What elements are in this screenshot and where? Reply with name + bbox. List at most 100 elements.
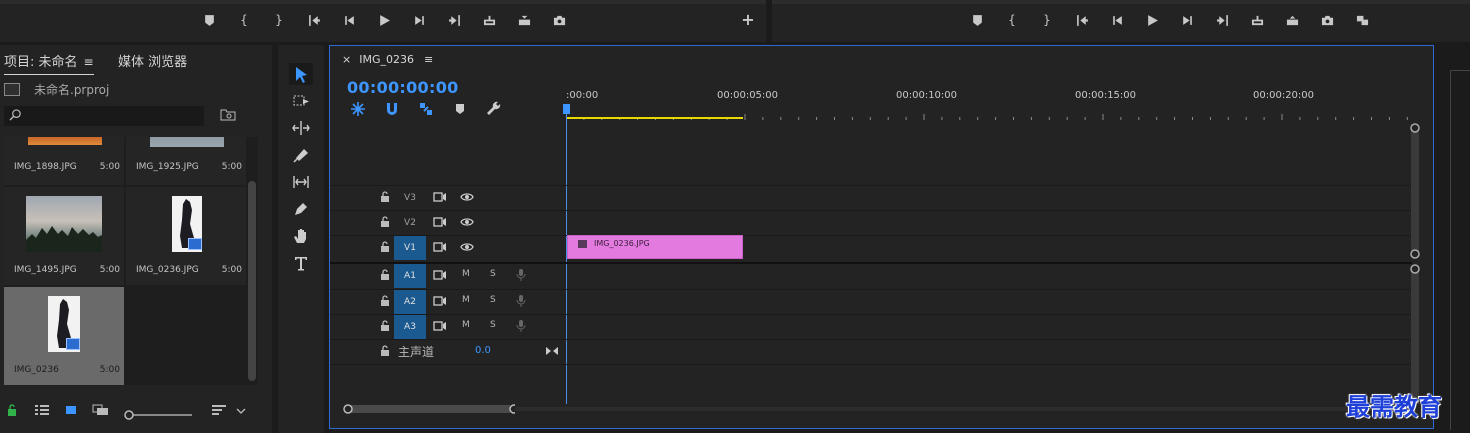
microphone-icon[interactable] bbox=[514, 320, 528, 332]
step-forward-icon[interactable] bbox=[409, 11, 429, 29]
go-to-in-icon[interactable] bbox=[304, 11, 324, 29]
track-target-a1[interactable]: A1 bbox=[394, 264, 426, 288]
pen-tool[interactable] bbox=[289, 198, 313, 220]
overwrite-icon[interactable] bbox=[514, 11, 534, 29]
playhead-timecode[interactable]: 00:00:00:00 bbox=[347, 78, 459, 97]
lock-icon[interactable] bbox=[7, 404, 17, 416]
tab-media-browser[interactable]: 媒体 浏览器 bbox=[118, 51, 187, 70]
eye-icon[interactable] bbox=[460, 241, 474, 253]
lock-icon[interactable] bbox=[380, 295, 390, 307]
project-item[interactable]: IMG_1925.JPG 5:00 bbox=[126, 137, 246, 185]
project-item-selected[interactable]: IMG_0236 5:00 bbox=[4, 287, 124, 385]
track-target-v1[interactable]: V1 bbox=[394, 236, 426, 260]
compare-view-icon[interactable] bbox=[1352, 11, 1372, 29]
timeline-clip[interactable]: IMG_0236.JPG bbox=[567, 235, 743, 259]
linked-selection-icon[interactable] bbox=[418, 101, 434, 117]
sort-icon[interactable] bbox=[211, 404, 227, 416]
sync-lock-icon[interactable] bbox=[433, 320, 447, 332]
step-forward-icon[interactable] bbox=[1177, 11, 1197, 29]
grid-scrollbar[interactable] bbox=[248, 181, 256, 381]
work-area-bar[interactable] bbox=[567, 117, 743, 119]
play-icon[interactable] bbox=[374, 11, 394, 29]
lock-icon[interactable] bbox=[380, 269, 390, 281]
go-to-in-icon[interactable] bbox=[1072, 11, 1092, 29]
video-track-scrollbar[interactable] bbox=[1409, 123, 1421, 259]
project-item[interactable]: IMG_1495.JPG 5:00 bbox=[4, 187, 124, 285]
add-marker-icon[interactable] bbox=[199, 11, 219, 29]
lock-icon[interactable] bbox=[380, 320, 390, 332]
mark-out-icon[interactable]: } bbox=[1037, 11, 1057, 29]
lift-icon[interactable] bbox=[1247, 11, 1267, 29]
add-marker-icon[interactable] bbox=[967, 11, 987, 29]
solo-button[interactable]: S bbox=[490, 295, 496, 305]
mute-button[interactable]: M bbox=[462, 295, 470, 305]
project-item[interactable]: IMG_1898.JPG 5:00 bbox=[4, 137, 124, 185]
panel-menu-icon[interactable]: ≡ bbox=[84, 55, 94, 69]
razor-tool[interactable] bbox=[289, 144, 313, 166]
extract-icon[interactable] bbox=[1282, 11, 1302, 29]
lock-icon[interactable] bbox=[380, 241, 390, 253]
panel-menu-icon[interactable]: ≡ bbox=[424, 53, 433, 66]
timeline-zoom-scrollbar[interactable] bbox=[340, 404, 515, 414]
sync-lock-icon[interactable] bbox=[433, 241, 447, 253]
microphone-icon[interactable] bbox=[514, 269, 528, 281]
eye-icon[interactable] bbox=[460, 191, 474, 203]
freeform-view-icon[interactable] bbox=[92, 404, 110, 416]
sync-lock-icon[interactable] bbox=[433, 269, 447, 281]
search-input[interactable] bbox=[4, 106, 204, 126]
program-scrub-bar[interactable] bbox=[772, 0, 1470, 4]
export-frame-icon[interactable] bbox=[1317, 11, 1337, 29]
go-to-end-icon[interactable] bbox=[545, 345, 559, 357]
solo-button[interactable]: S bbox=[490, 269, 496, 279]
mark-in-icon[interactable]: { bbox=[1002, 11, 1022, 29]
chevron-down-icon[interactable] bbox=[236, 407, 246, 415]
playhead-handle[interactable] bbox=[563, 104, 570, 114]
close-icon[interactable]: × bbox=[342, 53, 351, 66]
track-select-tool[interactable] bbox=[289, 90, 313, 112]
play-icon[interactable] bbox=[1142, 11, 1162, 29]
lock-icon[interactable] bbox=[380, 216, 390, 228]
nest-icon[interactable] bbox=[350, 101, 366, 117]
new-search-bin-icon[interactable] bbox=[220, 108, 236, 121]
eye-icon[interactable] bbox=[460, 216, 474, 228]
go-to-out-icon[interactable] bbox=[1212, 11, 1232, 29]
export-frame-icon[interactable] bbox=[549, 11, 569, 29]
insert-icon[interactable] bbox=[479, 11, 499, 29]
icon-view-icon[interactable] bbox=[64, 404, 78, 416]
time-ruler[interactable]: :00:00 00:00:05:00 00:00:10:00 00:00:15:… bbox=[566, 86, 1418, 120]
track-target-a2[interactable]: A2 bbox=[394, 290, 426, 314]
ripple-edit-tool[interactable] bbox=[289, 117, 313, 139]
sync-lock-icon[interactable] bbox=[433, 216, 447, 228]
type-tool[interactable] bbox=[289, 252, 313, 274]
mark-out-icon[interactable]: } bbox=[269, 11, 289, 29]
add-marker-icon[interactable] bbox=[452, 101, 468, 117]
list-view-icon[interactable] bbox=[34, 404, 50, 416]
slip-tool[interactable] bbox=[289, 171, 313, 193]
lock-icon[interactable] bbox=[380, 191, 390, 203]
microphone-icon[interactable] bbox=[514, 295, 528, 307]
project-item[interactable]: IMG_0236.JPG 5:00 bbox=[126, 187, 246, 285]
source-scrub-bar[interactable] bbox=[0, 0, 766, 4]
selection-tool[interactable] bbox=[289, 63, 313, 85]
wrench-icon[interactable] bbox=[486, 101, 502, 117]
track-target-a3[interactable]: A3 bbox=[394, 315, 426, 339]
mark-in-icon[interactable]: { bbox=[234, 11, 254, 29]
go-to-out-icon[interactable] bbox=[444, 11, 464, 29]
step-back-icon[interactable] bbox=[1107, 11, 1127, 29]
hand-tool[interactable] bbox=[289, 225, 313, 247]
lock-icon[interactable] bbox=[380, 345, 390, 357]
mute-button[interactable]: M bbox=[462, 269, 470, 279]
master-volume-value[interactable]: 0.0 bbox=[475, 345, 491, 356]
step-back-icon[interactable] bbox=[339, 11, 359, 29]
track-target-v3[interactable]: V3 bbox=[394, 186, 426, 210]
tab-project[interactable]: 项目: 未命名 ≡ bbox=[4, 51, 94, 75]
mute-button[interactable]: M bbox=[462, 320, 470, 330]
zoom-slider[interactable] bbox=[124, 405, 194, 420]
audio-track-scrollbar[interactable] bbox=[1409, 264, 1421, 404]
tab-sequence[interactable]: × IMG_0236 ≡ bbox=[342, 53, 433, 66]
button-editor-add-icon[interactable]: + bbox=[738, 11, 758, 29]
track-target-v2[interactable]: V2 bbox=[394, 211, 426, 235]
timeline-scroll-track[interactable] bbox=[515, 407, 1410, 411]
solo-button[interactable]: S bbox=[490, 320, 496, 330]
sync-lock-icon[interactable] bbox=[433, 191, 447, 203]
